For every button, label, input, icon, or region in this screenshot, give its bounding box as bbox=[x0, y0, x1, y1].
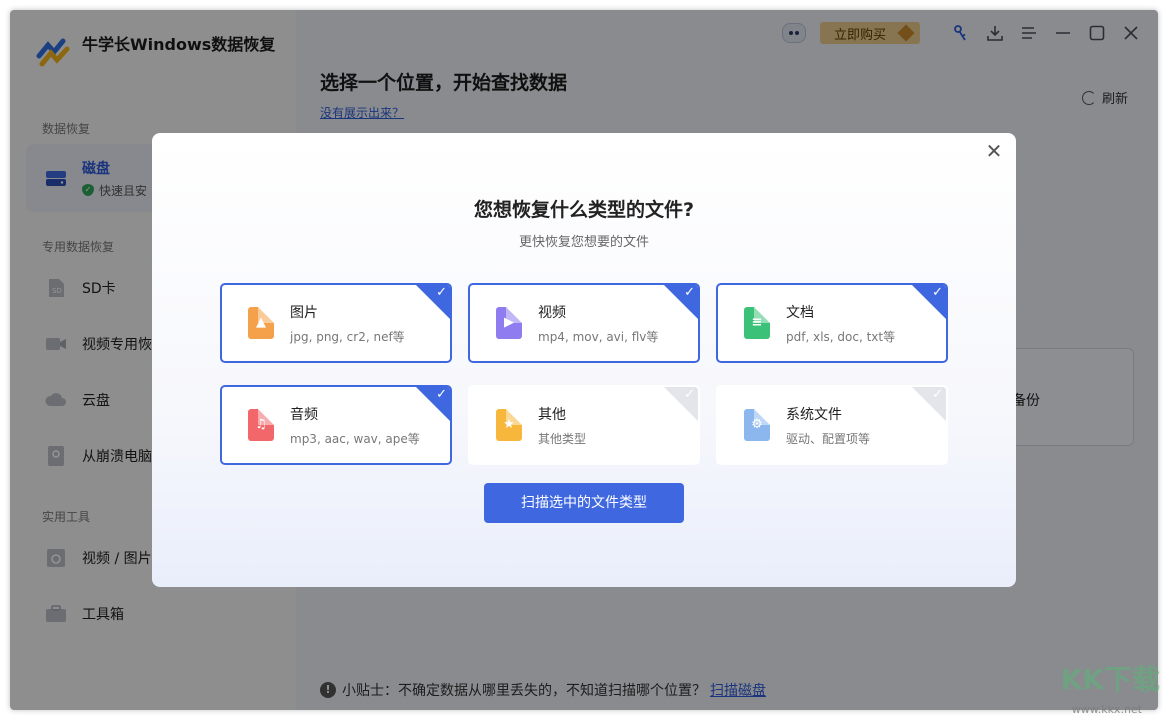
check-icon: ✓ bbox=[932, 285, 943, 300]
audio-file-icon: ♫ bbox=[248, 409, 274, 441]
file-type-name: 其他 bbox=[538, 404, 586, 424]
watermark-logo: KK下载 bbox=[1061, 658, 1160, 698]
check-icon: ✓ bbox=[684, 387, 695, 402]
file-type-card-images[interactable]: ▲ 图片 jpg, png, cr2, nef等 ✓ bbox=[220, 283, 452, 363]
check-icon: ✓ bbox=[436, 285, 447, 300]
file-type-name: 视频 bbox=[538, 302, 658, 322]
check-icon: ✓ bbox=[684, 285, 695, 300]
file-type-desc: jpg, png, cr2, nef等 bbox=[290, 328, 405, 345]
dialog-title: 您想恢复什么类型的文件? bbox=[152, 195, 1016, 222]
file-type-desc: pdf, xls, doc, txt等 bbox=[786, 328, 895, 345]
file-type-card-videos[interactable]: ▶ 视频 mp4, mov, avi, flv等 ✓ bbox=[468, 283, 700, 363]
dialog-subtitle: 更快恢复您想要的文件 bbox=[152, 231, 1016, 250]
watermark-url: www.kkx.net bbox=[1072, 703, 1142, 716]
file-type-desc: 其他类型 bbox=[538, 430, 586, 447]
file-type-card-system[interactable]: ⚙ 系统文件 驱动、配置项等 ✓ bbox=[716, 385, 948, 465]
system-file-icon: ⚙ bbox=[744, 409, 770, 441]
file-type-desc: mp4, mov, avi, flv等 bbox=[538, 328, 658, 345]
file-type-dialog: ✕ 您想恢复什么类型的文件? 更快恢复您想要的文件 ▲ 图片 jpg, png,… bbox=[152, 133, 1016, 587]
file-type-card-audio[interactable]: ♫ 音频 mp3, aac, wav, ape等 ✓ bbox=[220, 385, 452, 465]
file-type-name: 音频 bbox=[290, 404, 420, 424]
image-file-icon: ▲ bbox=[248, 307, 274, 339]
file-type-name: 文档 bbox=[786, 302, 895, 322]
file-type-card-documents[interactable]: ≡ 文档 pdf, xls, doc, txt等 ✓ bbox=[716, 283, 948, 363]
scan-selected-types-button[interactable]: 扫描选中的文件类型 bbox=[484, 483, 684, 523]
close-icon[interactable]: ✕ bbox=[984, 141, 1004, 161]
file-type-name: 图片 bbox=[290, 302, 405, 322]
check-icon: ✓ bbox=[436, 387, 447, 402]
document-file-icon: ≡ bbox=[744, 307, 770, 339]
file-type-card-other[interactable]: ★ 其他 其他类型 ✓ bbox=[468, 385, 700, 465]
check-icon: ✓ bbox=[932, 387, 943, 402]
video-file-icon: ▶ bbox=[496, 307, 522, 339]
file-type-name: 系统文件 bbox=[786, 404, 870, 424]
file-type-desc: 驱动、配置项等 bbox=[786, 430, 870, 447]
other-file-icon: ★ bbox=[496, 409, 522, 441]
file-type-desc: mp3, aac, wav, ape等 bbox=[290, 430, 420, 447]
